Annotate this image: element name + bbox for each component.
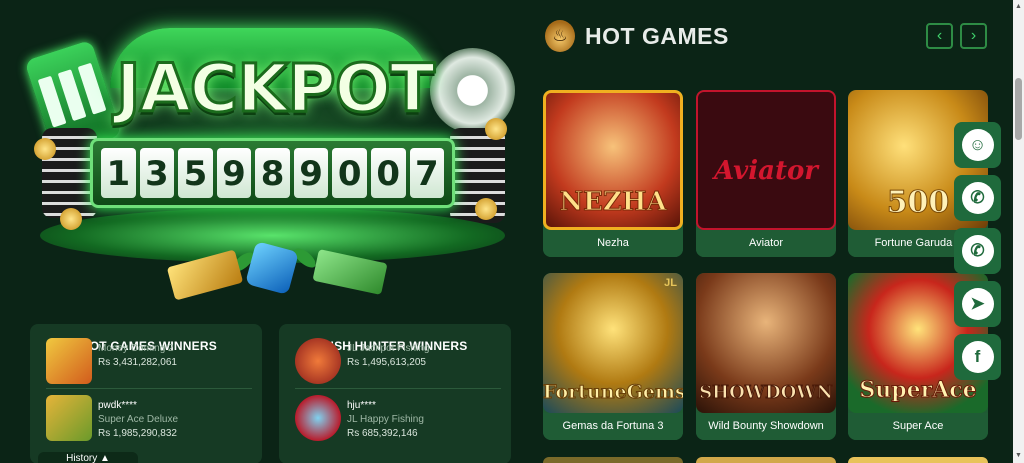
jackpot-title: JACKPOT (115, 49, 437, 129)
game-thumbnail: Aviator (696, 90, 836, 230)
jackpot-digit: 0 (332, 148, 367, 198)
scrollbar[interactable]: ▲ ▼ (1013, 0, 1024, 463)
coin-decoration (475, 198, 497, 220)
game-name: Gemas da Fortuna 3 (543, 413, 683, 440)
telegram-icon: ➤ (961, 288, 994, 320)
jackpot-digit: 0 (370, 148, 406, 198)
game-name: Aviator (696, 230, 836, 257)
divider (46, 388, 252, 389)
jackpot-counter: 1 3 5 9 8 9 0 0 7 (90, 138, 455, 208)
history-tab[interactable]: History ▲ (38, 452, 138, 463)
whatsapp-button[interactable]: ✆ (954, 175, 1001, 221)
game-card-partial (543, 457, 683, 463)
game-thumbnail: SHOWDOWN (696, 273, 836, 413)
game-thumbnail (46, 395, 92, 441)
chevron-left-icon: ‹ (936, 27, 943, 44)
game-thumbnail: NEZHA (543, 90, 683, 230)
game-name: Super Ace (848, 413, 988, 440)
hot-games-next-button[interactable]: › (960, 23, 987, 49)
whatsapp-icon: ✆ (961, 182, 994, 214)
coin-decoration (34, 138, 56, 160)
winner-game: JL Happy Fishing (347, 414, 424, 425)
jackpot-digit: 9 (293, 148, 329, 198)
winner-amount: Rs 3,431,282,061 (98, 357, 177, 368)
game-card-wild-bounty-showdown[interactable]: SHOWDOWN Wild Bounty Showdown (696, 273, 836, 440)
jackpot-digit: 3 (139, 148, 175, 198)
scroll-up-arrow-icon[interactable]: ▲ (1013, 0, 1024, 14)
list-item: hju**** JL Happy Fishing Rs 685,392,146 (295, 395, 501, 441)
game-card-aviator[interactable]: Aviator Aviator (696, 90, 836, 257)
winner-game: Money Coming 2 (98, 343, 174, 354)
game-art-title: SHOWDOWN (699, 382, 834, 404)
list-item: JL Jackpot Fishing Rs 1,495,613,205 (295, 338, 501, 384)
jackpot-banner: JACKPOT 1 3 5 9 8 9 0 0 7 (24, 18, 515, 301)
game-name: Wild Bounty Showdown (696, 413, 836, 440)
slot-winners-list[interactable]: Money Coming 2 Rs 3,431,282,061 pwdk****… (46, 338, 252, 445)
winner-username: pwdk**** (98, 400, 137, 411)
game-card-nezha[interactable]: NEZHA Nezha (543, 90, 683, 257)
list-item: pwdk**** Super Ace Deluxe Rs 1,985,290,8… (46, 395, 252, 441)
game-art-title: FortuneGems3 (543, 381, 683, 404)
slot-games-winners-panel: ▦ SLOT GAMES WINNERS Money Coming 2 Rs 3… (30, 324, 262, 463)
winner-username: hju**** (347, 400, 376, 411)
scroll-down-arrow-icon[interactable]: ▼ (1013, 449, 1024, 463)
game-card-partial (696, 457, 836, 463)
scrollbar-thumb[interactable] (1015, 78, 1022, 140)
game-art-title: SuperAce (859, 377, 977, 404)
jackpot-digit: 1 (101, 148, 136, 198)
game-thumbnail (295, 395, 341, 441)
jackpot-digit: 5 (178, 148, 213, 198)
game-art-title: Aviator (714, 156, 818, 186)
fish-winners-list[interactable]: JL Jackpot Fishing Rs 1,495,613,205 hju*… (295, 338, 501, 445)
whatsapp-icon: ✆ (961, 235, 994, 267)
game-card-gemas-da-fortuna-3[interactable]: JL FortuneGems3 Gemas da Fortuna 3 (543, 273, 683, 440)
coin-decoration (60, 208, 82, 230)
support-button[interactable]: ☺ (954, 122, 1001, 168)
jackpot-digit: 8 (255, 148, 290, 198)
game-thumbnail: JL FortuneGems3 (543, 273, 683, 413)
telegram-button[interactable]: ➤ (954, 281, 1001, 327)
hot-games-title: HOT GAMES (585, 22, 729, 49)
list-item: Money Coming 2 Rs 3,431,282,061 (46, 338, 252, 384)
jl-badge-icon: JL (664, 277, 677, 289)
jackpot-digit: 9 (216, 148, 252, 198)
winner-amount: Rs 1,985,290,832 (98, 428, 177, 439)
game-art-title: NEZHA (559, 187, 667, 218)
jackpot-digit: 7 (409, 148, 445, 198)
winner-amount: Rs 1,495,613,205 (347, 357, 426, 368)
coin-decoration (485, 118, 507, 140)
game-name: Nezha (543, 230, 683, 257)
winner-game: Super Ace Deluxe (98, 414, 179, 425)
game-thumbnail (295, 338, 341, 384)
facebook-icon: f (961, 341, 994, 373)
winner-game: JL Jackpot Fishing (347, 343, 430, 354)
divider (295, 388, 501, 389)
fire-icon: ♨ (545, 20, 575, 52)
facebook-button[interactable]: f (954, 334, 1001, 380)
support-agent-icon: ☺ (961, 129, 994, 161)
game-card-partial (848, 457, 988, 463)
fish-hunter-winners-panel: ◈ FISH HUNTER WINNERS JL Jackpot Fishing… (279, 324, 511, 463)
chevron-right-icon: › (970, 27, 977, 44)
game-thumbnail (46, 338, 92, 384)
hot-games-prev-button[interactable]: ‹ (926, 23, 953, 49)
whatsapp-button-2[interactable]: ✆ (954, 228, 1001, 274)
winner-amount: Rs 685,392,146 (347, 428, 418, 439)
hot-games-header: ♨ HOT GAMES (545, 20, 729, 52)
